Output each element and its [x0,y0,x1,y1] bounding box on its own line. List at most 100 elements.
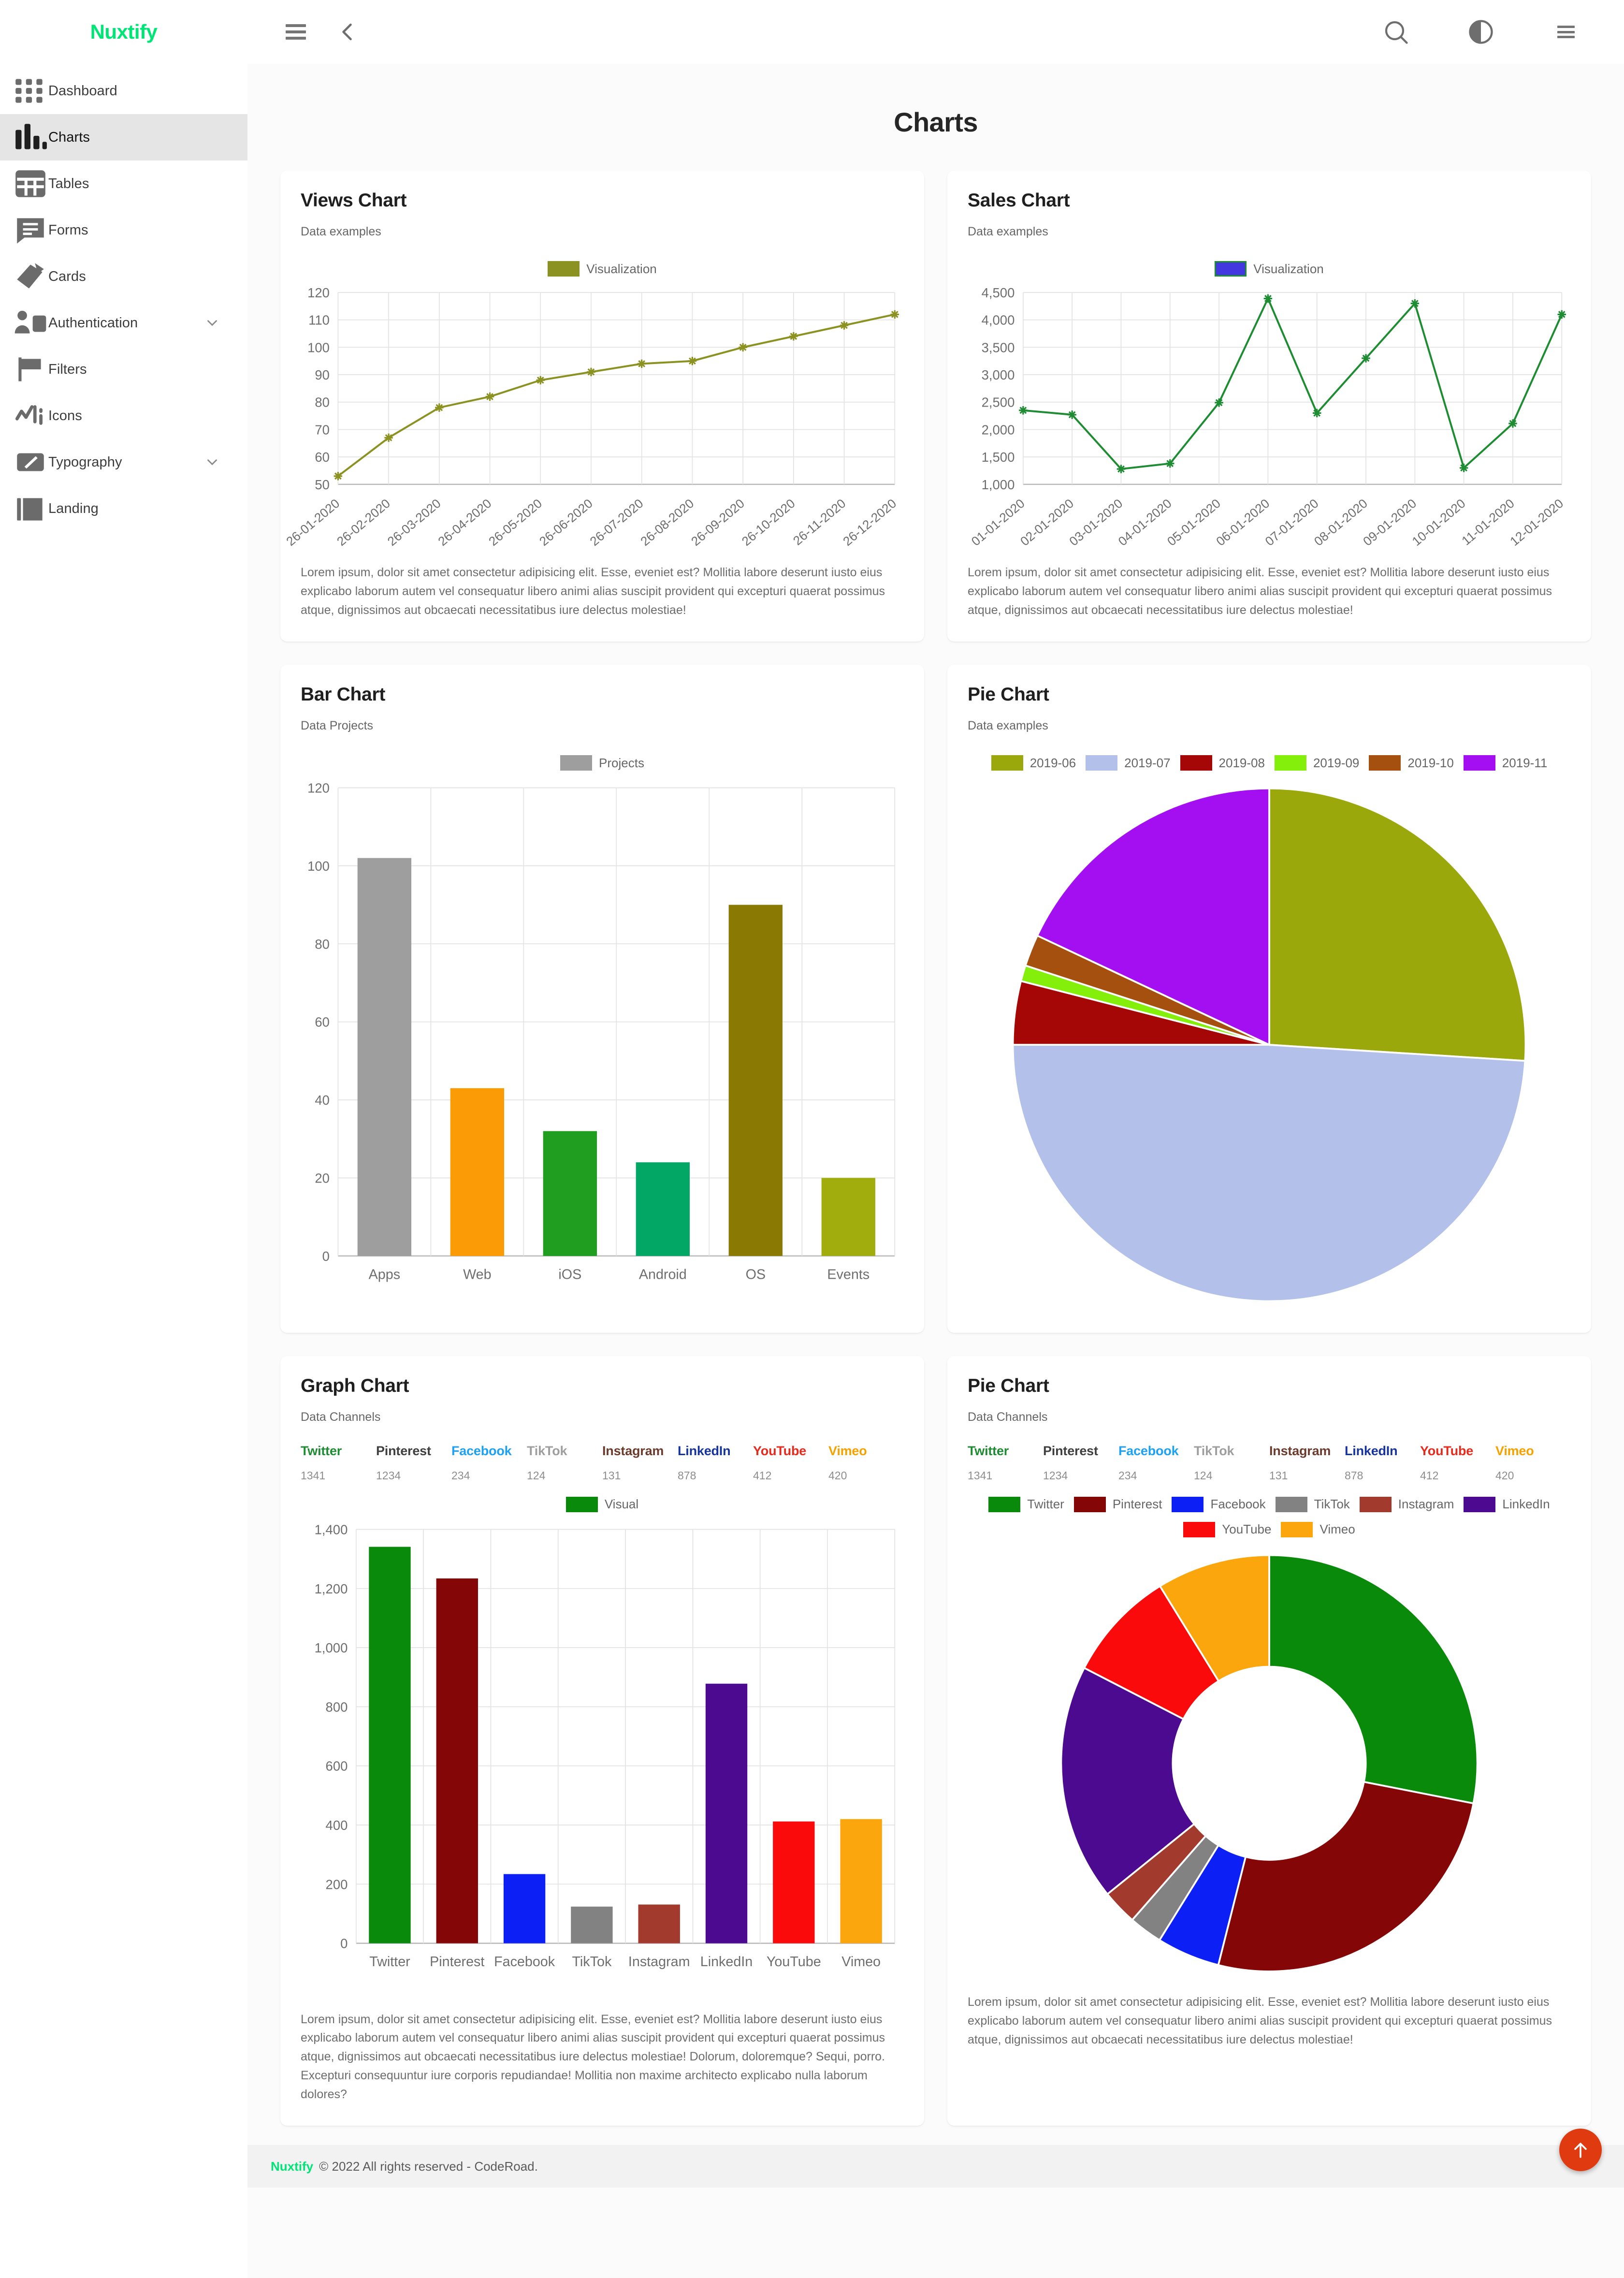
axis-tick-label: 1,400 [315,1522,348,1537]
legend-label: TikTok [1314,1497,1350,1512]
legend-item[interactable]: 2019-10 [1369,755,1454,771]
legend-label: Pinterest [1112,1497,1162,1512]
data-point [739,343,747,352]
channel-value: 420 [1495,1469,1514,1482]
legend-item[interactable]: Visual [566,1496,639,1512]
channel-cell: Instagram 131 [602,1444,678,1482]
channel-cell: Facebook 234 [451,1444,527,1482]
sidebar-item-filters[interactable]: Filters [0,346,247,393]
sidebar-item-label: Tables [48,175,89,191]
axis-tick-label: 60 [315,1015,330,1030]
axis-tick-label: 1,200 [315,1581,348,1596]
hamburger-icon[interactable] [281,17,310,46]
legend-item[interactable]: Facebook [1172,1496,1266,1512]
pie-slice [1012,1044,1526,1302]
axis-tick-label: Instagram [628,1954,690,1970]
sidebar-item-cards[interactable]: Cards [0,253,247,300]
sidebar-item-label: Dashboard [48,83,117,99]
axis-tick-label: 26-12-2020 [840,496,899,549]
legend-item[interactable]: LinkedIn [1464,1496,1550,1512]
axis-tick-label: 26-02-2020 [334,496,393,549]
legend-swatch [566,1496,598,1512]
card-title: Bar Chart [301,684,386,705]
axis-tick-label: 1,000 [315,1640,348,1655]
axis-tick-label: 4,000 [982,313,1015,328]
data-point [789,332,798,341]
sidebar-item-typography[interactable]: Typography [0,439,247,485]
legend-item[interactable]: 2019-11 [1463,755,1547,771]
bar [436,1578,478,1943]
axis-tick-label: 05-01-2020 [1164,496,1223,549]
bar [450,1088,505,1256]
line-series [1023,296,1563,470]
legend-item[interactable]: Twitter [988,1496,1064,1512]
legend-item[interactable]: Vimeo [1281,1521,1355,1537]
sidebar-item-charts[interactable]: Charts [0,114,247,161]
sidebar-item-landing[interactable]: Landing [0,485,247,532]
legend-item[interactable]: Instagram [1359,1496,1454,1512]
channel-value: 234 [451,1469,470,1482]
bar [728,905,783,1256]
pencil-icon [13,444,48,480]
body-row: Dashboard Charts Tables Forms Cards Auth… [0,64,1624,2278]
legend-item[interactable]: 2019-09 [1274,755,1359,771]
data-point [1557,310,1566,319]
axis-tick-label: 11-01-2020 [1459,496,1517,548]
axis-tick-label: 70 [315,422,330,437]
axis-tick-label: 3,500 [982,340,1015,355]
channel-value: 124 [1194,1469,1213,1482]
legend-item[interactable]: 2019-06 [991,755,1076,771]
donut-chart-legend: Twitter Pinterest Facebook TikTok Instagram L… [968,1496,1571,1537]
legend-item[interactable]: Projects [560,755,644,771]
bar [821,1178,875,1256]
legend-item[interactable]: Visualization [548,261,657,277]
footer-text: © 2022 All rights reserved - CodeRoad. [319,2159,538,2174]
sales-line-svg: 1,000 1,500 2,000 2,500 3,000 3,500 4,000 4,500… [969,285,1566,549]
user-icon [13,305,48,341]
sidebar-item-icons[interactable]: Icons [0,393,247,439]
chevron-left-icon[interactable] [333,17,362,46]
sidebar-item-tables[interactable]: Tables [0,161,247,207]
sidebar: Dashboard Charts Tables Forms Cards Auth… [0,64,247,532]
bar [773,1821,815,1943]
legend-item[interactable]: TikTok [1275,1496,1350,1512]
sidebar-item-dashboard[interactable]: Dashboard [0,68,247,114]
sidebar-item-forms[interactable]: Forms [0,207,247,253]
sidebar-item-label: Landing [48,500,99,516]
bar [638,1904,680,1943]
channel-value: 1341 [968,1469,993,1482]
bar-chart-card: Bar Chart Data Projects Projects 0 20 40 60… [280,665,924,1333]
bar [705,1683,748,1943]
icons-icon [13,398,48,434]
card-description: Lorem ipsum, dolor sit amet consectetur … [301,2012,885,2101]
legend-label: 2019-10 [1407,755,1454,770]
channel-value: 1341 [301,1469,326,1482]
legend-item[interactable]: YouTube [1183,1521,1271,1537]
donut-channels-strip: Twitter 1341 Pinterest 1234 Facebook 234 TikTo… [968,1444,1571,1482]
bar-chart-svg: 0 20 40 60 80 100 120 Apps Web iOS Android OS Events [307,781,896,1283]
theme-contrast-icon[interactable] [1466,17,1495,46]
scroll-to-top-button[interactable] [1559,2129,1602,2172]
legend-label: Instagram [1398,1497,1454,1512]
legend-item[interactable]: Pinterest [1073,1496,1162,1512]
data-point [485,392,494,401]
card-title: Pie Chart [968,1375,1049,1396]
axis-tick-label: TikTok [572,1954,611,1970]
sidebar-item-authentication[interactable]: Authentication [0,300,247,346]
data-point [1068,410,1076,419]
chevron-down-icon[interactable] [204,315,220,331]
legend-swatch [1274,755,1306,771]
legend-label: Visual [604,1497,639,1512]
chevron-down-icon[interactable] [204,454,220,470]
search-icon[interactable] [1381,17,1410,46]
legend-item[interactable]: 2019-08 [1180,755,1265,771]
legend-item[interactable]: 2019-07 [1086,755,1171,771]
data-point [890,310,899,319]
sales-chart-card: Sales Chart Data examples Visualization … [947,171,1591,642]
menu-icon[interactable] [1552,17,1580,46]
flag-icon [13,351,48,387]
legend-item[interactable]: Visualization [1215,261,1324,277]
views-chart-legend: Visualization [301,261,904,277]
channel-value: 234 [1118,1469,1137,1482]
axis-tick-label: 1,500 [982,450,1015,465]
